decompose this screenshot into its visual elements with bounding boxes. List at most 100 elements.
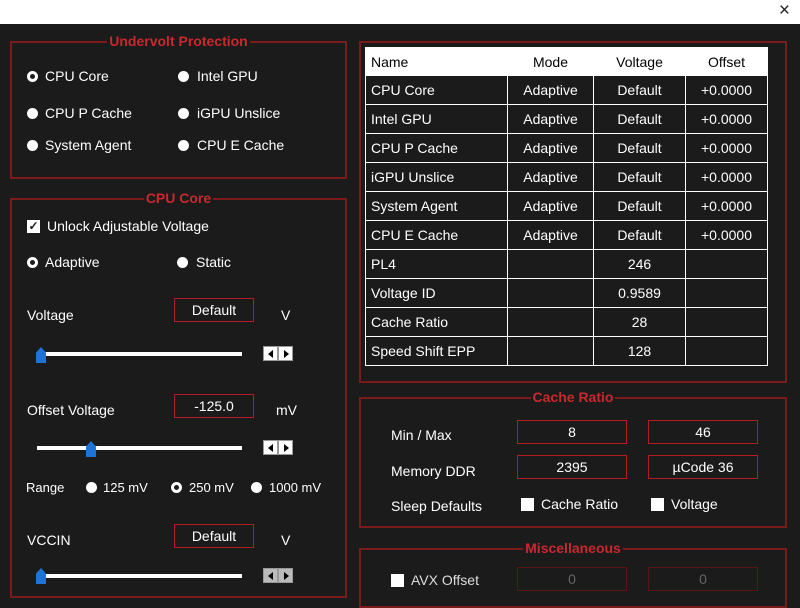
cell-offset: +0.0000	[685, 75, 768, 105]
miscellaneous-title: Miscellaneous	[523, 540, 623, 556]
offset-voltage-label: Offset Voltage	[27, 402, 115, 418]
voltage-unit: V	[281, 307, 291, 323]
vccin-decrement-icon[interactable]	[263, 568, 278, 583]
offset-slider-track[interactable]	[37, 446, 242, 450]
radio-system-agent-label[interactable]: System Agent	[45, 136, 131, 154]
cache-ratio-title: Cache Ratio	[530, 389, 616, 405]
radio-cpu-p-cache[interactable]	[27, 108, 38, 119]
ucode-value: µCode 36	[648, 455, 758, 479]
avx-offset-checkbox[interactable]	[391, 574, 404, 587]
radio-cpu-core[interactable]	[27, 71, 38, 82]
avx-offset-label[interactable]: AVX Offset	[411, 571, 479, 589]
avx-offset-input-1[interactable]: 0	[517, 567, 627, 591]
voltage-decrement-icon[interactable]	[263, 346, 278, 361]
memory-ddr-value: 2395	[517, 455, 627, 479]
close-icon[interactable]: ×	[779, 0, 790, 23]
radio-intel-gpu[interactable]	[178, 71, 189, 82]
cell-mode: Adaptive	[507, 162, 594, 192]
radio-range-125-label[interactable]: 125 mV	[103, 479, 148, 497]
table-header-row: Name Mode Voltage Offset	[365, 47, 768, 76]
table-row: iGPU Unslice Adaptive Default +0.0000	[365, 162, 768, 192]
avx-offset-input-2[interactable]: 0	[648, 567, 758, 591]
cell-mode: Adaptive	[507, 191, 594, 221]
cell-name: CPU E Cache	[365, 220, 508, 250]
cell-mode	[507, 249, 594, 279]
table-row: PL4 246	[365, 249, 768, 279]
cell-name: Cache Ratio	[365, 307, 508, 337]
unlock-voltage-checkbox[interactable]: ✓	[27, 220, 40, 233]
unlock-voltage-label[interactable]: Unlock Adjustable Voltage	[47, 217, 209, 235]
radio-cpu-e-cache[interactable]	[178, 140, 189, 151]
cell-offset	[685, 249, 768, 279]
header-offset: Offset	[685, 47, 768, 76]
vccin-input[interactable]: Default	[174, 524, 254, 548]
offset-increment-icon[interactable]	[278, 440, 293, 455]
table-row: CPU E Cache Adaptive Default +0.0000	[365, 220, 768, 250]
cell-offset: +0.0000	[685, 162, 768, 192]
radio-intel-gpu-label[interactable]: Intel GPU	[197, 67, 258, 85]
cell-name: CPU Core	[365, 75, 508, 105]
sleep-voltage-label[interactable]: Voltage	[671, 495, 718, 513]
header-voltage: Voltage	[593, 47, 686, 76]
radio-igpu-unslice[interactable]	[178, 108, 189, 119]
cell-name: Speed Shift EPP	[365, 336, 508, 366]
radio-range-1000-label[interactable]: 1000 mV	[269, 479, 321, 497]
radio-range-1000[interactable]	[251, 482, 262, 493]
cell-voltage: Default	[593, 220, 686, 250]
cell-name: System Agent	[365, 191, 508, 221]
cell-name: iGPU Unslice	[365, 162, 508, 192]
cell-offset: +0.0000	[685, 104, 768, 134]
cell-name: CPU P Cache	[365, 133, 508, 163]
cell-offset: +0.0000	[685, 220, 768, 250]
radio-cpu-e-cache-label[interactable]: CPU E Cache	[197, 136, 284, 154]
radio-igpu-unslice-label[interactable]: iGPU Unslice	[197, 104, 280, 122]
radio-cpu-core-label[interactable]: CPU Core	[45, 67, 109, 85]
vccin-increment-icon[interactable]	[278, 568, 293, 583]
voltage-slider-track[interactable]	[37, 352, 242, 356]
radio-range-250[interactable]	[171, 482, 182, 493]
sleep-cache-ratio-label[interactable]: Cache Ratio	[541, 495, 618, 513]
cell-voltage: 28	[593, 307, 686, 337]
cell-voltage: 246	[593, 249, 686, 279]
header-mode: Mode	[507, 47, 594, 76]
table-row: Speed Shift EPP 128	[365, 336, 768, 366]
cell-name: PL4	[365, 249, 508, 279]
voltage-input[interactable]: Default	[174, 298, 254, 322]
offset-voltage-input[interactable]: -125.0	[174, 394, 254, 418]
radio-static-label[interactable]: Static	[196, 253, 231, 271]
sleep-voltage-checkbox[interactable]	[651, 498, 664, 511]
sleep-cache-ratio-checkbox[interactable]	[521, 498, 534, 511]
cell-offset	[685, 336, 768, 366]
table-row: Cache Ratio 28	[365, 307, 768, 337]
offset-voltage-unit: mV	[276, 402, 297, 418]
undervolt-protection-title: Undervolt Protection	[107, 33, 250, 49]
radio-system-agent[interactable]	[27, 140, 38, 151]
cell-voltage: 0.9589	[593, 278, 686, 308]
cell-mode: Adaptive	[507, 220, 594, 250]
cell-voltage: 128	[593, 336, 686, 366]
cell-voltage: Default	[593, 162, 686, 192]
cache-max-input[interactable]: 46	[648, 420, 758, 444]
offset-decrement-icon[interactable]	[263, 440, 278, 455]
radio-adaptive[interactable]	[27, 257, 38, 268]
cell-mode	[507, 336, 594, 366]
radio-cpu-p-cache-label[interactable]: CPU P Cache	[45, 104, 132, 122]
radio-static[interactable]	[177, 257, 188, 268]
cache-min-input[interactable]: 8	[517, 420, 627, 444]
voltage-increment-icon[interactable]	[278, 346, 293, 361]
cell-voltage: Default	[593, 133, 686, 163]
table-row: System Agent Adaptive Default +0.0000	[365, 191, 768, 221]
sleep-defaults-label: Sleep Defaults	[391, 498, 483, 514]
radio-range-125[interactable]	[86, 482, 97, 493]
radio-adaptive-label[interactable]: Adaptive	[45, 253, 99, 271]
cell-name: Voltage ID	[365, 278, 508, 308]
cell-name: Intel GPU	[365, 104, 508, 134]
vccin-label: VCCIN	[27, 532, 71, 548]
status-table: Name Mode Voltage Offset CPU Core Adaptiv…	[365, 47, 768, 366]
radio-range-250-label[interactable]: 250 mV	[189, 479, 234, 497]
table-row: CPU Core Adaptive Default +0.0000	[365, 75, 768, 105]
table-row: CPU P Cache Adaptive Default +0.0000	[365, 133, 768, 163]
vccin-slider-track[interactable]	[37, 574, 242, 578]
vccin-unit: V	[281, 532, 291, 548]
table-row: Voltage ID 0.9589	[365, 278, 768, 308]
